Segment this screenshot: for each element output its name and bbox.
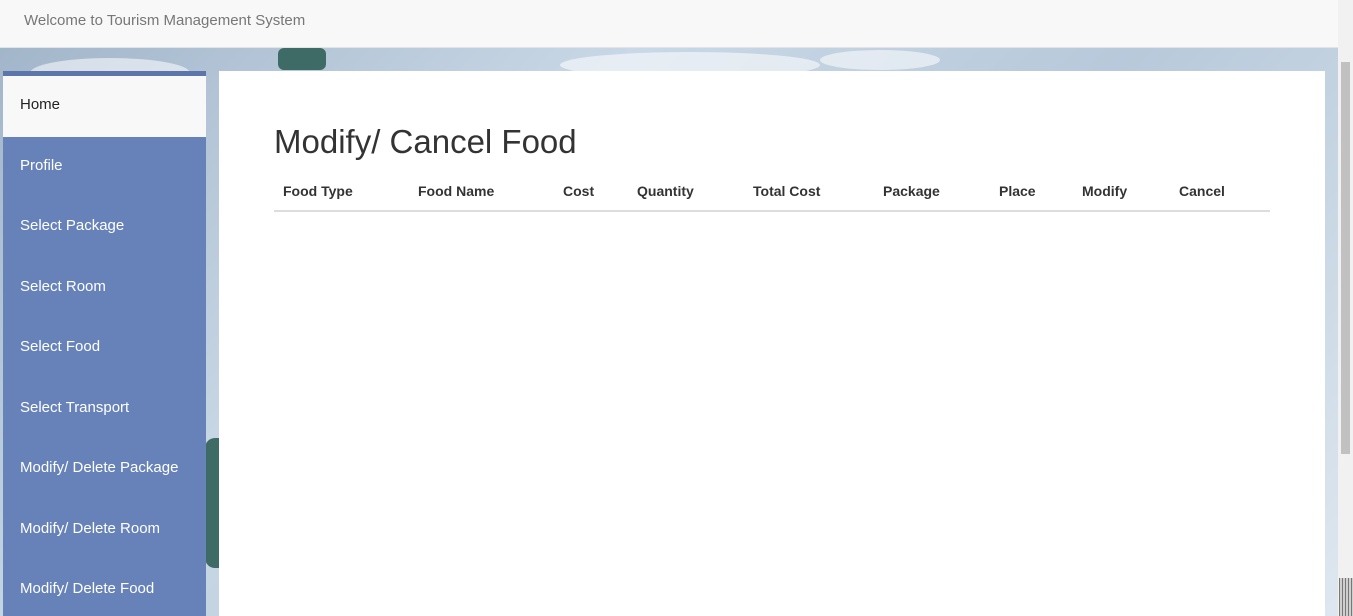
sidebar-item-profile[interactable]: Profile xyxy=(3,137,206,198)
sidebar-item-modify-delete-room[interactable]: Modify/ Delete Room xyxy=(3,500,206,561)
column-header-cost: Cost xyxy=(554,175,628,212)
page-scrollbar[interactable] xyxy=(1338,0,1353,616)
food-table: Food Type Food Name Cost Quantity Total … xyxy=(274,175,1270,212)
column-header-food-type: Food Type xyxy=(274,175,409,212)
column-header-modify: Modify xyxy=(1073,175,1170,212)
sidebar-item-select-package[interactable]: Select Package xyxy=(3,197,206,258)
background-map-shape xyxy=(820,50,940,70)
main-content-panel: Modify/ Cancel Food Food Type Food Name … xyxy=(219,71,1325,616)
background-statue-shape xyxy=(278,48,326,70)
sidebar-item-home[interactable]: Home xyxy=(3,76,206,137)
navbar-brand[interactable]: Welcome to Tourism Management System xyxy=(24,12,305,29)
column-header-food-name: Food Name xyxy=(409,175,554,212)
column-header-package: Package xyxy=(874,175,990,212)
sidebar-item-select-transport[interactable]: Select Transport xyxy=(3,379,206,440)
scrollbar-thumb[interactable] xyxy=(1341,62,1350,454)
sidebar-item-select-food[interactable]: Select Food xyxy=(3,318,206,379)
column-header-place: Place xyxy=(990,175,1073,212)
column-header-total-cost: Total Cost xyxy=(744,175,874,212)
food-table-header: Food Type Food Name Cost Quantity Total … xyxy=(274,175,1270,212)
sidebar-menu: Home Profile Select Package Select Room … xyxy=(3,71,206,616)
resize-grip-icon xyxy=(1339,578,1353,616)
page-title: Modify/ Cancel Food xyxy=(274,123,577,160)
top-navbar: Welcome to Tourism Management System xyxy=(0,0,1338,48)
column-header-cancel: Cancel xyxy=(1170,175,1270,212)
sidebar-item-select-room[interactable]: Select Room xyxy=(3,258,206,319)
sidebar-item-modify-delete-food[interactable]: Modify/ Delete Food xyxy=(3,560,206,616)
sidebar-item-modify-delete-package[interactable]: Modify/ Delete Package xyxy=(3,439,206,500)
column-header-quantity: Quantity xyxy=(628,175,744,212)
table-header-row: Food Type Food Name Cost Quantity Total … xyxy=(274,175,1270,212)
